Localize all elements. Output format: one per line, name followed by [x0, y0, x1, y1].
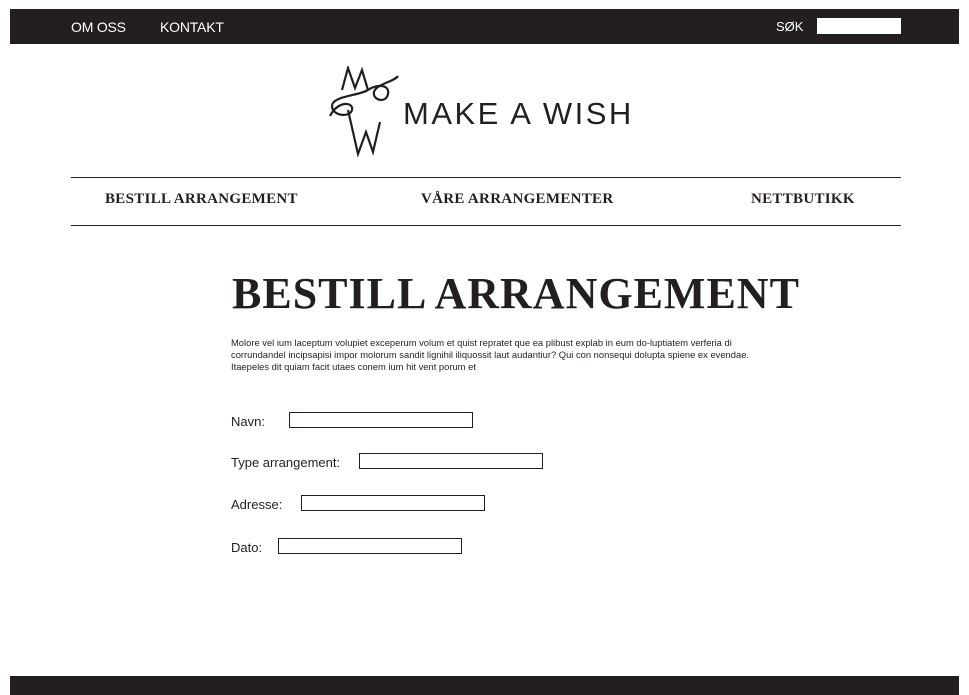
- topbar-link-kontakt[interactable]: KONTAKT: [160, 19, 224, 35]
- logo-brand-name: MAKE A WISH: [403, 96, 634, 131]
- nav-top-divider: [71, 177, 901, 178]
- intro-text: Molore vel ium laceptum volupiet exceper…: [231, 337, 750, 372]
- nav-item-vare-arrangementer[interactable]: VÅRE ARRANGEMENTER: [421, 191, 614, 208]
- event-type-label: Type arrangement:: [231, 455, 341, 470]
- page-title: BESTILL ARRANGEMENT: [232, 269, 800, 318]
- address-label: Adresse:: [231, 497, 283, 512]
- logo-monogram: [329, 66, 399, 158]
- search-input[interactable]: [817, 18, 901, 34]
- search-label: SØK: [776, 19, 804, 34]
- address-field[interactable]: [301, 495, 485, 511]
- name-field[interactable]: [289, 412, 473, 428]
- nav-bottom-divider: [71, 225, 901, 226]
- date-field[interactable]: [278, 538, 462, 554]
- top-bar: OM OSS KONTAKT SØK: [10, 9, 959, 44]
- event-type-field[interactable]: [359, 453, 543, 469]
- nav-item-nettbutikk[interactable]: NETTBUTIKK: [751, 191, 855, 208]
- date-label: Dato:: [231, 540, 263, 555]
- topbar-link-om-oss[interactable]: OM OSS: [71, 19, 126, 35]
- nav-item-bestill-arrangement[interactable]: BESTILL ARRANGEMENT: [105, 191, 298, 208]
- footer-bar: [10, 676, 959, 695]
- name-label: Navn:: [231, 414, 265, 429]
